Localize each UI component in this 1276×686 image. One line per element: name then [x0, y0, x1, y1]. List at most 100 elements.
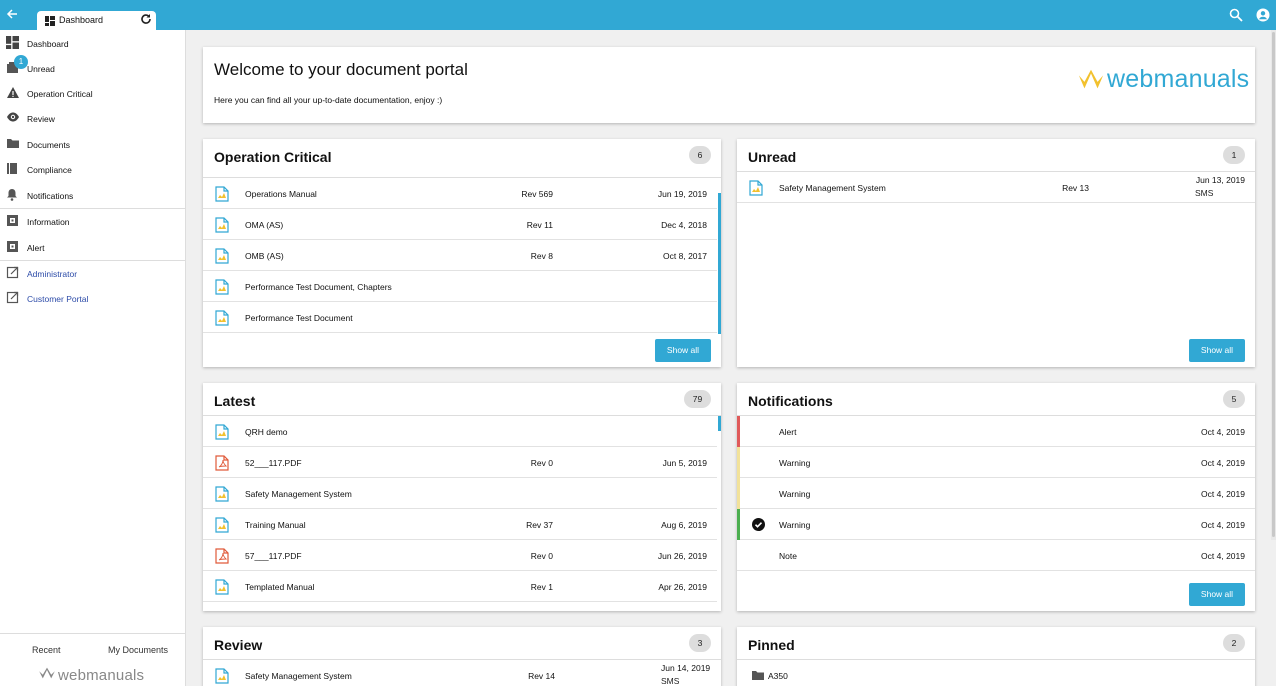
sidebar-item-review[interactable]: Review: [0, 106, 185, 131]
show-all-button[interactable]: Show all: [1189, 339, 1245, 362]
document-icon: [215, 486, 229, 504]
list-item[interactable]: 57___117.PDF Rev 0 Jun 26, 2019: [203, 540, 717, 571]
sidebar-item-alert[interactable]: Alert: [0, 235, 185, 260]
revision: Rev 11: [526, 220, 553, 230]
list-item[interactable]: OMB (AS) Rev 8 Oct 8, 2017: [203, 240, 717, 271]
folder-icon: [6, 137, 20, 151]
sidebar-item-label: Review: [27, 114, 55, 124]
sidebar-item-administrator[interactable]: Administrator: [0, 261, 185, 286]
date: Jun 19, 2019: [657, 189, 707, 199]
notification-item[interactable]: Warning Oct 4, 2019: [737, 478, 1255, 509]
document-name: Performance Test Document, Chapters: [245, 282, 392, 292]
notification-name: Alert: [779, 427, 797, 437]
pinned-card: Pinned 2 A350: [737, 627, 1255, 686]
webmanuals-logo: webmanuals: [1077, 65, 1249, 93]
list-item[interactable]: Performance Test Document: [203, 302, 717, 333]
check-circle-icon: [752, 518, 765, 533]
show-all-button[interactable]: Show all: [1189, 583, 1245, 606]
pdf-icon: [215, 548, 229, 566]
list-item[interactable]: OMA (AS) Rev 11 Dec 4, 2018: [203, 209, 717, 240]
sidebar-item-label: Information: [27, 217, 70, 227]
notification-item[interactable]: Note Oct 4, 2019: [737, 540, 1255, 571]
sidebar-item-notifications[interactable]: Notifications: [0, 183, 185, 208]
sidebar-item-label: Administrator: [27, 269, 78, 279]
logo-text: webmanuals: [1107, 65, 1250, 93]
count-badge: 2: [1223, 634, 1245, 652]
document-name: Templated Manual: [245, 582, 315, 592]
sidebar: Dashboard 1 Unread Operation Critical Re…: [0, 30, 186, 686]
unread-card: Unread 1 Safety Management System Rev 13…: [737, 139, 1255, 367]
my-documents-link[interactable]: My Documents: [108, 645, 168, 655]
date: Jun 5, 2019: [662, 458, 707, 468]
sidebar-item-unread[interactable]: 1 Unread: [0, 55, 185, 81]
date: Apr 26, 2019: [658, 582, 707, 592]
eye-icon: [6, 111, 20, 125]
document-name: QRH demo: [245, 427, 288, 437]
revision: Rev 13: [1062, 183, 1089, 193]
sidebar-item-operation-critical[interactable]: Operation Critical: [0, 81, 185, 106]
operation-critical-card: Operation Critical 6 Operations Manual Re…: [203, 139, 721, 367]
sidebar-footer-divider: [0, 633, 185, 634]
user-account-icon[interactable]: [1256, 8, 1270, 24]
list-item[interactable]: QRH demo: [203, 416, 717, 447]
list-item[interactable]: Templated Manual Rev 1 Apr 26, 2019: [203, 571, 717, 602]
sidebar-logo-text: webmanuals: [58, 667, 145, 684]
sidebar-item-dashboard[interactable]: Dashboard: [0, 31, 185, 56]
info-icon: [6, 214, 20, 228]
notification-name: Warning: [779, 458, 811, 468]
sidebar-item-label: Operation Critical: [27, 89, 93, 99]
list-item[interactable]: Performance Test Document, Chapters: [203, 271, 717, 302]
notification-item[interactable]: Warning Oct 4, 2019: [737, 509, 1255, 540]
document-icon: [215, 310, 229, 328]
unread-badge: 1: [14, 55, 28, 69]
dashboard-icon: [6, 36, 20, 50]
revision: Rev 37: [526, 520, 553, 530]
date: Oct 4, 2019: [1201, 489, 1245, 499]
sidebar-item-label: Notifications: [27, 191, 74, 201]
list-item[interactable]: Safety Management System: [203, 478, 717, 509]
page-scrollbar[interactable]: [1271, 30, 1276, 540]
list-item[interactable]: 52___117.PDF Rev 0 Jun 5, 2019: [203, 447, 717, 478]
notification-item[interactable]: Alert Oct 4, 2019: [737, 416, 1255, 447]
notification-name: Note: [779, 551, 797, 561]
revision: Rev 569: [521, 189, 553, 199]
sidebar-item-label: Dashboard: [27, 39, 69, 49]
external-link-icon: [6, 266, 20, 280]
back-arrow-icon[interactable]: [6, 8, 22, 24]
folder-name: A350: [768, 671, 788, 681]
scroll-indicator[interactable]: [718, 416, 721, 431]
refresh-icon[interactable]: [140, 13, 152, 28]
sidebar-item-information[interactable]: Information: [0, 209, 185, 234]
scrollbar-thumb[interactable]: [1272, 32, 1275, 537]
sidebar-item-compliance[interactable]: Compliance: [0, 157, 185, 182]
list-item[interactable]: Training Manual Rev 37 Aug 6, 2019: [203, 509, 717, 540]
severity-stripe: [737, 509, 740, 540]
document-name: 52___117.PDF: [245, 458, 302, 468]
revision: Rev 0: [530, 551, 553, 561]
document-icon: [749, 180, 763, 198]
list-item[interactable]: Safety Management System Rev 14 Jun 14, …: [203, 660, 721, 686]
tab-label: Dashboard: [59, 15, 104, 25]
tag: SMS: [661, 676, 680, 686]
notifications-card: Notifications 5 Alert Oct 4, 2019 Warning O…: [737, 383, 1255, 611]
top-bar: Dashboard: [0, 0, 1276, 30]
list-item[interactable]: A350: [737, 660, 1255, 686]
notification-item[interactable]: Warning Oct 4, 2019: [737, 447, 1255, 478]
document-icon: [215, 217, 229, 235]
count-badge: 3: [689, 634, 711, 652]
scroll-indicator[interactable]: [718, 193, 721, 334]
card-title: Unread: [748, 149, 797, 165]
list-item[interactable]: Safety Management System Rev 13 Jun 13, …: [737, 172, 1255, 203]
tab-dashboard[interactable]: Dashboard: [37, 11, 156, 30]
book-icon: [6, 162, 20, 176]
search-icon[interactable]: [1229, 8, 1243, 24]
date: Oct 4, 2019: [1201, 551, 1245, 561]
document-icon: [215, 579, 229, 597]
sidebar-item-customer-portal[interactable]: Customer Portal: [0, 286, 185, 311]
show-all-button[interactable]: Show all: [655, 339, 711, 362]
sidebar-item-documents[interactable]: Documents: [0, 132, 185, 157]
document-icon: [215, 668, 229, 686]
document-name: 57___117.PDF: [245, 551, 302, 561]
list-item[interactable]: Operations Manual Rev 569 Jun 19, 2019: [203, 178, 717, 209]
recent-link[interactable]: Recent: [32, 645, 61, 655]
